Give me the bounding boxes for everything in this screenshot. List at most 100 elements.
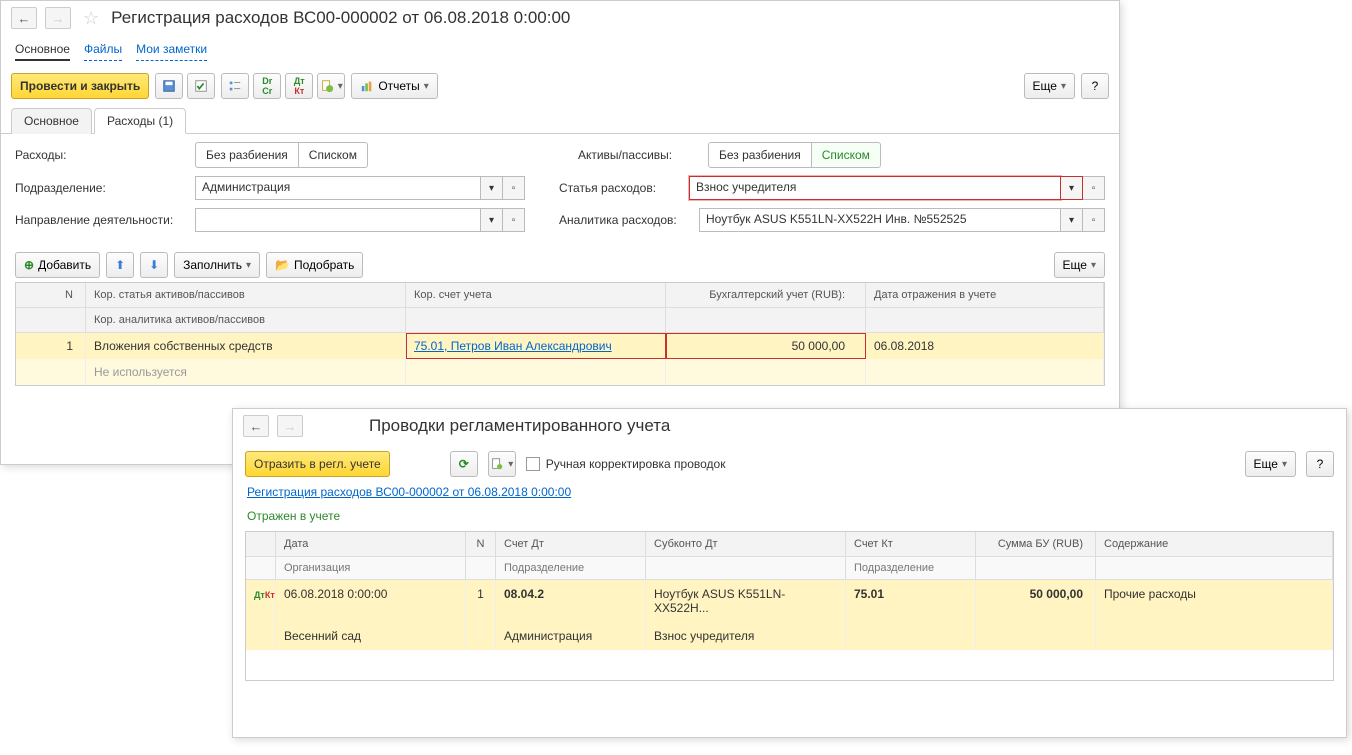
assets-toggle: Без разбиения Списком <box>708 142 881 168</box>
dtkt-green-button[interactable]: DrCr <box>253 73 281 99</box>
cell-account[interactable]: 75.01, Петров Иван Александрович <box>406 333 666 359</box>
assets-no-split[interactable]: Без разбиения <box>708 142 812 168</box>
analytics-input[interactable]: Ноутбук ASUS K551LN-XX522H Инв. №552525 <box>699 208 1061 232</box>
cell-sum: 50 000,00 <box>976 580 1096 622</box>
header-date[interactable]: Дата отражения в учете <box>866 283 1104 308</box>
doc-link[interactable]: Регистрация расходов ВС00-000002 от 06.0… <box>247 485 571 499</box>
department-open-icon[interactable]: ▫ <box>503 176 525 200</box>
h-date[interactable]: Дата <box>276 532 466 557</box>
header-account[interactable]: Кор. счет учета <box>406 283 666 308</box>
header-article[interactable]: Кор. статья активов/пассивов <box>86 283 406 308</box>
expense-grid: N Кор. статья активов/пассивов Кор. счет… <box>15 282 1105 386</box>
dtkt-red-icon: ДтКт <box>294 76 305 96</box>
expenses-toggle: Без разбиения Списком <box>195 142 368 168</box>
reports-label: Отчеты <box>378 79 419 93</box>
nav-tab-notes[interactable]: Мои заметки <box>136 39 207 61</box>
nav-tab-main[interactable]: Основное <box>15 39 70 61</box>
posting-row-1[interactable]: ДтКт 06.08.2018 0:00:00 1 08.04.2 Ноутбу… <box>246 580 1333 622</box>
create-based-button[interactable] <box>317 73 345 99</box>
direction-input[interactable] <box>195 208 481 232</box>
h-desc[interactable]: Содержание <box>1096 532 1333 557</box>
favorite-star-icon[interactable]: ☆ <box>83 8 99 29</box>
h-subdt[interactable]: Субконто Дт <box>646 532 846 557</box>
move-up-button[interactable]: ⬆ <box>106 252 134 278</box>
postings-toolbar: Отразить в регл. учете ⟳ Ручная корректи… <box>233 443 1346 485</box>
h-sum[interactable]: Сумма БУ (RUB) <box>976 532 1096 557</box>
nav-forward-button[interactable]: → <box>45 7 71 29</box>
cell-date: 06.08.2018 0:00:00 <box>276 580 466 622</box>
label-analytics: Аналитика расходов: <box>559 213 689 227</box>
nav-forward-button[interactable]: → <box>277 415 303 437</box>
nav-back-button[interactable]: ← <box>11 7 37 29</box>
expenses-as-list[interactable]: Списком <box>299 142 368 168</box>
manual-correction-checkbox[interactable]: Ручная корректировка проводок <box>526 457 726 471</box>
label-assets: Активы/пассивы: <box>578 148 698 162</box>
tab-expenses[interactable]: Расходы (1) <box>94 108 186 134</box>
dtkt-green-icon: DrCr <box>262 76 272 96</box>
fill-button[interactable]: Заполнить <box>174 252 260 278</box>
label-expenses: Расходы: <box>15 148 185 162</box>
expense-item-open-icon[interactable]: ▫ <box>1083 176 1105 200</box>
postings-grid-header: Дата N Счет Дт Субконто Дт Счет Кт Сумма… <box>246 532 1333 557</box>
postings-help-button[interactable]: ? <box>1306 451 1334 477</box>
h-accdt[interactable]: Счет Дт <box>496 532 646 557</box>
main-toolbar: Провести и закрыть DrCr ДтКт Отчеты Еще … <box>1 67 1119 105</box>
expenses-no-split[interactable]: Без разбиения <box>195 142 299 168</box>
expense-item-input[interactable]: Взнос учредителя <box>689 176 1061 200</box>
header-amount[interactable]: Бухгалтерский учет (RUB): <box>666 283 866 308</box>
grid-row-1[interactable]: 1 Вложения собственных средств 75.01, Пе… <box>16 333 1104 359</box>
grid-header: N Кор. статья активов/пассивов Кор. счет… <box>16 283 1104 308</box>
structure-button[interactable] <box>221 73 249 99</box>
h-n[interactable]: N <box>466 532 496 557</box>
postings-grid-subheader: Организация Подразделение Подразделение <box>246 557 1333 580</box>
post-and-close-button[interactable]: Провести и закрыть <box>11 73 149 99</box>
analytics-open-icon[interactable]: ▫ <box>1083 208 1105 232</box>
direction-dropdown-icon[interactable]: ▾ <box>481 208 503 232</box>
cell-accdt: 08.04.2 <box>496 580 646 622</box>
postings-header: ← → Проводки регламентированного учета <box>233 409 1346 443</box>
assets-as-list[interactable]: Списком <box>812 142 881 168</box>
cell-org: Весенний сад <box>276 622 466 650</box>
grid-row-1-sub[interactable]: Не используется <box>16 359 1104 385</box>
floppy-icon <box>162 79 176 93</box>
post-button[interactable] <box>187 73 215 99</box>
department-input[interactable]: Администрация <box>195 176 481 200</box>
department-dropdown-icon[interactable]: ▾ <box>481 176 503 200</box>
tab-main[interactable]: Основное <box>11 108 92 134</box>
h-acckt[interactable]: Счет Кт <box>846 532 976 557</box>
postings-title: Проводки регламентированного учета <box>369 416 670 436</box>
postings-more-button[interactable]: Еще <box>1245 451 1296 477</box>
add-row-button[interactable]: ⊕Добавить <box>15 252 100 278</box>
arrow-down-icon: ⬇ <box>149 258 159 272</box>
posting-row-1-sub[interactable]: Весенний сад Администрация Взнос учредит… <box>246 622 1333 650</box>
expense-item-dropdown-icon[interactable]: ▾ <box>1061 176 1083 200</box>
reflect-button[interactable]: Отразить в регл. учете <box>245 451 390 477</box>
h-org[interactable]: Организация <box>276 557 466 580</box>
dtkt-indicator: ДтКт <box>246 580 276 622</box>
move-down-button[interactable]: ⬇ <box>140 252 168 278</box>
cell-subdt2: Взнос учредителя <box>646 622 846 650</box>
cell-subdt: Ноутбук ASUS K551LN-XX522H... <box>646 580 846 622</box>
dtkt-red-button[interactable]: ДтКт <box>285 73 313 99</box>
reports-button[interactable]: Отчеты <box>351 73 438 99</box>
analytics-dropdown-icon[interactable]: ▾ <box>1061 208 1083 232</box>
cell-article: Вложения собственных средств <box>86 333 406 359</box>
nav-tab-files[interactable]: Файлы <box>84 39 122 61</box>
h-dept2[interactable]: Подразделение <box>846 557 976 580</box>
help-button[interactable]: ? <box>1081 73 1109 99</box>
save-button[interactable] <box>155 73 183 99</box>
nav-back-button[interactable]: ← <box>243 415 269 437</box>
config-button[interactable] <box>488 451 516 477</box>
more-button[interactable]: Еще <box>1024 73 1075 99</box>
direction-open-icon[interactable]: ▫ <box>503 208 525 232</box>
header-article-sub[interactable]: Кор. аналитика активов/пассивов <box>86 308 406 333</box>
cell-article-sub: Не используется <box>86 359 406 385</box>
pick-button[interactable]: 📂Подобрать <box>266 252 363 278</box>
postings-grid: Дата N Счет Дт Субконто Дт Счет Кт Сумма… <box>245 531 1334 681</box>
header-n[interactable]: N <box>16 283 86 308</box>
h-dept[interactable]: Подразделение <box>496 557 646 580</box>
table-more-button[interactable]: Еще <box>1054 252 1105 278</box>
refresh-button[interactable]: ⟳ <box>450 451 478 477</box>
manual-correction-label: Ручная корректировка проводок <box>546 457 726 471</box>
cell-dept: Администрация <box>496 622 646 650</box>
